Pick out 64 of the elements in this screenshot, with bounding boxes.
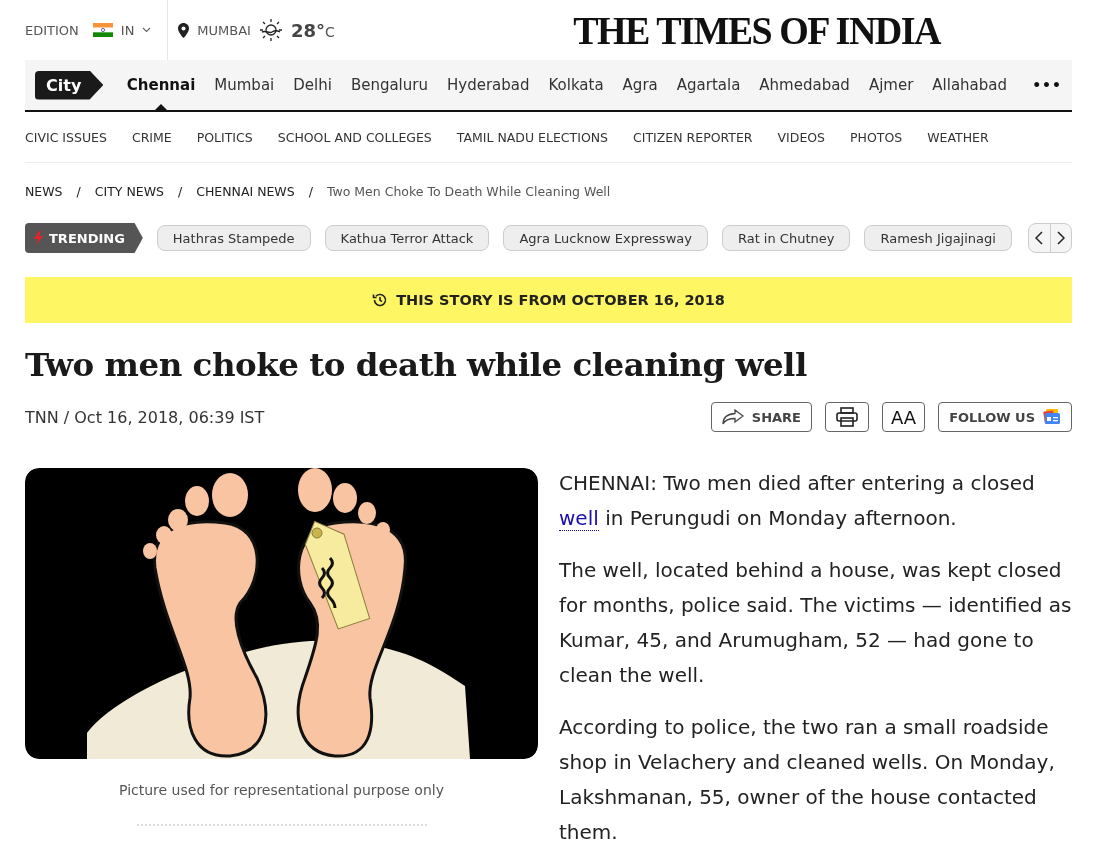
- follow-us-button[interactable]: FOLLOW US: [938, 402, 1072, 432]
- city-tab[interactable]: Agra: [613, 60, 668, 110]
- story-date-banner: THIS STORY IS FROM OCTOBER 16, 2018: [25, 277, 1072, 323]
- trending-topic[interactable]: Kathua Terror Attack: [324, 225, 490, 251]
- section-link[interactable]: TAMIL NADU ELECTIONS: [456, 129, 609, 145]
- city-tab[interactable]: Allahabad: [922, 60, 1017, 110]
- trending-label: TRENDING: [25, 223, 143, 253]
- edition-label: EDITION: [25, 22, 79, 38]
- history-clock-icon: [372, 292, 389, 308]
- breadcrumb-separator: /: [177, 184, 183, 199]
- lightning-icon: [34, 231, 43, 245]
- section-link[interactable]: WEATHER: [927, 129, 989, 145]
- trending-topic[interactable]: Rat in Chutney: [721, 225, 851, 251]
- trending-topic[interactable]: Hathras Stampede: [156, 225, 311, 251]
- breadcrumb-link[interactable]: CHENNAI NEWS: [196, 184, 295, 199]
- trending-topic[interactable]: Ramesh Jigajinagi: [864, 225, 1012, 251]
- more-button[interactable]: •••: [1024, 77, 1062, 93]
- section-link[interactable]: PHOTOS: [850, 129, 903, 145]
- article-paragraph: CHENNAI: Two men died after entering a closed well in Perungudi on Monday afternoon.: [559, 470, 1036, 533]
- chevron-right-icon: [1056, 231, 1065, 245]
- city-tab[interactable]: Agartala: [667, 60, 750, 110]
- article-paragraph: According to police, the two ran a small roadside shop in Velachery and cleaned wells. On Monday, Lakshmanan, 55, owner of the house contacted them.: [559, 714, 1056, 846]
- city-tab[interactable]: Ahmedabad: [749, 60, 860, 110]
- city-tab[interactable]: Chennai: [117, 60, 205, 110]
- city-tab[interactable]: Hyderabad: [437, 60, 539, 110]
- article-paragraph: The well, located behind a house, was kept closed for months, police said. The victims — identified as Kumar, 45, and Arumugham, 52 — had gone to clean the well.: [559, 557, 1072, 689]
- trending-topic[interactable]: Agra Lucknow Expressway: [503, 225, 708, 251]
- city-name: MUMBAI: [197, 22, 251, 38]
- byline: TNN / Oct 16, 2018, 06:39 IST: [25, 407, 265, 427]
- breadcrumb-separator: /: [308, 184, 313, 199]
- article-headline: Two men choke to death while cleaning well: [25, 345, 808, 384]
- city-tab[interactable]: Delhi: [283, 60, 342, 110]
- section-link[interactable]: POLITICS: [196, 129, 253, 145]
- edition-selector[interactable]: IN: [120, 22, 135, 38]
- chevron-down-icon[interactable]: [142, 27, 152, 33]
- section-link[interactable]: CRIME: [131, 129, 172, 145]
- site-logo[interactable]: THE TIMES OF INDIA: [573, 6, 940, 54]
- printer-icon: [836, 407, 858, 427]
- breadcrumb-link[interactable]: CITY NEWS: [94, 184, 164, 199]
- news-app-icon: [1043, 409, 1061, 425]
- inline-link[interactable]: well: [559, 506, 599, 531]
- chevron-left-icon: [1035, 231, 1044, 245]
- section-link[interactable]: CITIZEN REPORTER: [633, 129, 753, 145]
- city-badge: City: [35, 70, 104, 100]
- image-caption: Picture used for representational purpose only: [119, 782, 444, 798]
- flag-icon: [92, 23, 113, 37]
- city-tab[interactable]: Mumbai: [204, 60, 284, 110]
- weather-icon: [258, 18, 283, 42]
- temperature: 28°: [290, 19, 325, 41]
- section-link[interactable]: CIVIC ISSUES: [25, 129, 107, 145]
- font-size-button[interactable]: AA: [882, 402, 926, 432]
- city-tab[interactable]: Ajmer: [859, 60, 923, 110]
- breadcrumb-separator: /: [76, 184, 81, 199]
- section-link[interactable]: SCHOOL AND COLLEGES: [277, 129, 432, 145]
- temperature-unit: C: [325, 24, 335, 40]
- share-button[interactable]: SHARE: [710, 402, 812, 432]
- section-link[interactable]: VIDEOS: [777, 129, 826, 145]
- city-tab[interactable]: Bengaluru: [341, 60, 438, 110]
- breadcrumb-current: Two Men Choke To Death While Cleaning Well: [326, 184, 611, 199]
- city-tab[interactable]: Kolkata: [538, 60, 614, 110]
- location-pin-icon: [178, 22, 190, 38]
- print-button[interactable]: [825, 402, 869, 432]
- share-arrow-icon: [721, 409, 744, 425]
- breadcrumb-link[interactable]: NEWS: [25, 184, 63, 199]
